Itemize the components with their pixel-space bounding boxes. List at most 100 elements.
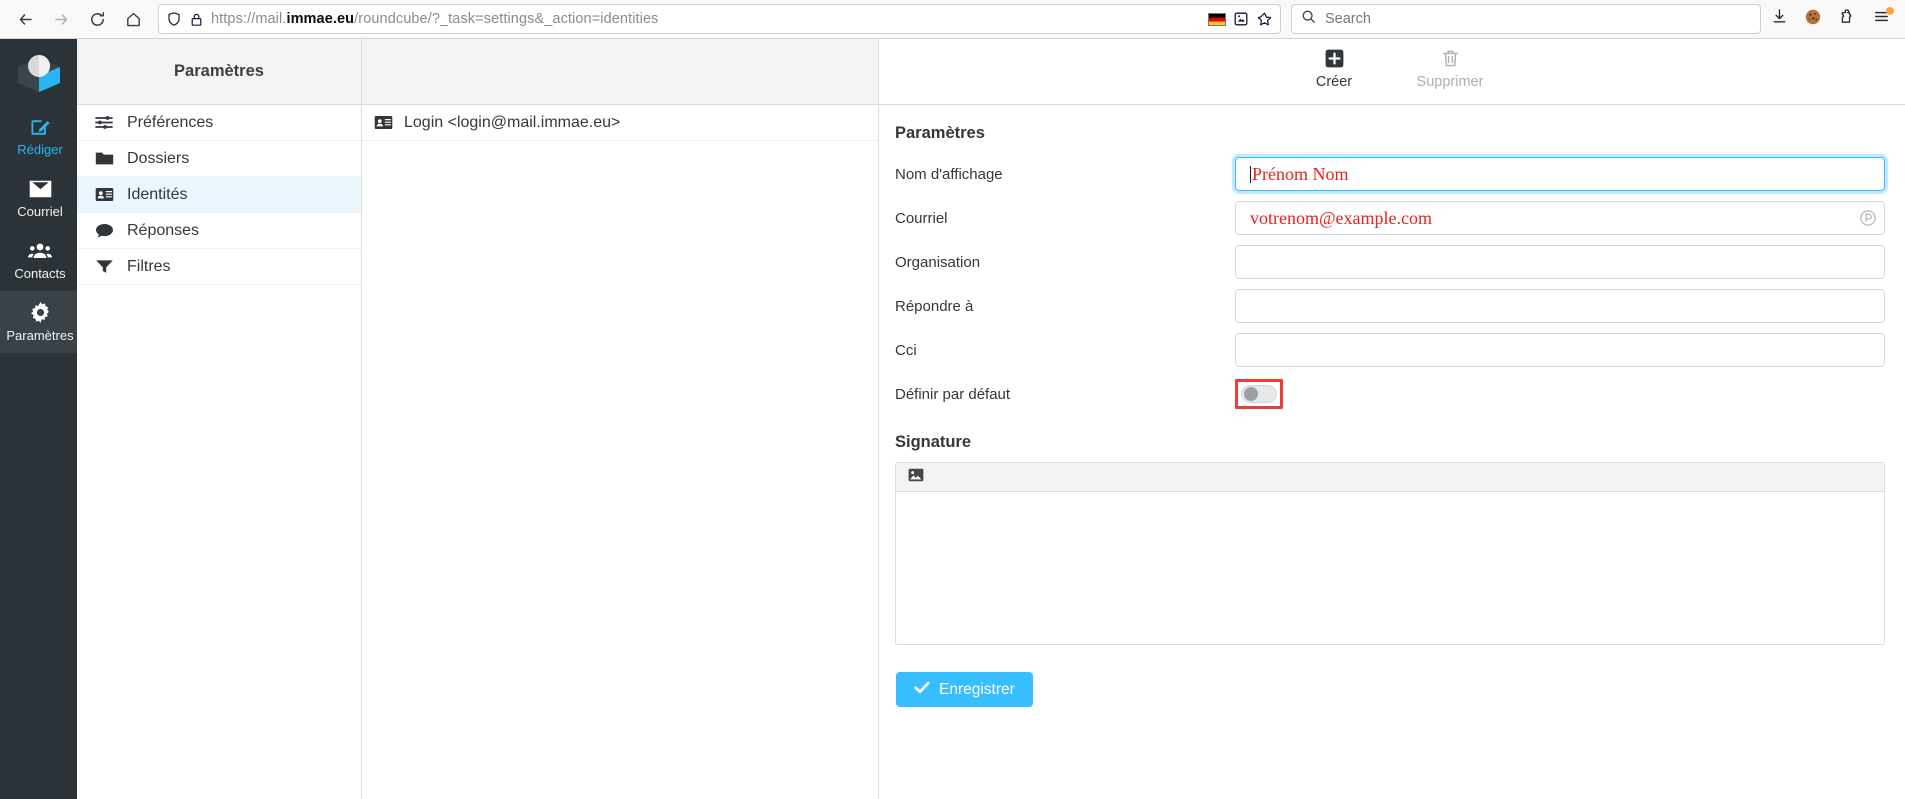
settings-item-identities[interactable]: Identités xyxy=(77,177,361,213)
field-row-organisation: Organisation xyxy=(895,245,1885,279)
update-available-badge xyxy=(1886,7,1894,15)
content-toolbar: Créer Supprimer xyxy=(879,39,1905,105)
email-value: votrenom@example.com xyxy=(1250,207,1433,228)
field-row-set-default: Définir par défaut xyxy=(895,377,1885,411)
signature-textarea[interactable] xyxy=(896,492,1884,644)
signature-editor xyxy=(895,462,1885,645)
forward-button[interactable] xyxy=(44,4,78,34)
cookie-icon xyxy=(1804,8,1822,31)
roundcube-cube-logo xyxy=(0,39,77,105)
text-caret xyxy=(1250,165,1251,183)
settings-list-header: Paramètres xyxy=(77,39,361,105)
german-flag-icon[interactable] xyxy=(1208,12,1226,26)
delete-button-label: Supprimer xyxy=(1416,74,1484,90)
set-default-toggle[interactable] xyxy=(1241,385,1277,403)
gear-icon xyxy=(30,302,51,324)
url-text: https://mail.immae.eu/roundcube/?_task=s… xyxy=(211,11,659,27)
insert-image-icon[interactable] xyxy=(908,468,924,487)
display-name-input[interactable]: Prénom Nom xyxy=(1235,157,1885,191)
save-button[interactable]: Enregistrer xyxy=(896,672,1033,707)
settings-item-preferences-label: Préférences xyxy=(127,113,214,131)
plus-square-icon xyxy=(1325,47,1344,69)
settings-item-responses[interactable]: Réponses xyxy=(77,213,361,249)
reader-view-icon[interactable] xyxy=(1233,11,1249,27)
field-row-email: Courriel votrenom@example.com xyxy=(895,201,1885,235)
back-button[interactable] xyxy=(8,4,42,34)
settings-item-filters[interactable]: Filtres xyxy=(77,249,361,285)
forward-arrow-icon xyxy=(53,11,70,28)
downloads-arrow-icon xyxy=(1771,8,1788,30)
padlock-icon[interactable] xyxy=(189,12,204,27)
signature-section-title: Signature xyxy=(895,433,972,451)
field-row-reply-to: Répondre à xyxy=(895,289,1885,323)
identity-card-icon xyxy=(94,185,114,205)
funnel-filter-icon xyxy=(94,257,114,277)
contacts-group-icon xyxy=(28,240,52,262)
back-arrow-icon xyxy=(17,11,34,28)
settings-item-filters-label: Filtres xyxy=(127,257,171,275)
compose-pencil-icon xyxy=(30,116,51,138)
organisation-input[interactable] xyxy=(1235,245,1885,279)
list-item[interactable]: Login <login@mail.immae.eu> xyxy=(362,105,878,141)
browser-search-box[interactable]: Search xyxy=(1291,4,1761,34)
address-bar[interactable]: https://mail.immae.eu/roundcube/?_task=s… xyxy=(158,4,1281,34)
save-row: Enregistrer xyxy=(895,645,1885,707)
sidebar-item-compose[interactable]: Rédiger xyxy=(0,105,77,167)
label-set-default: Définir par défaut xyxy=(895,385,1011,403)
sidebar-item-contacts[interactable]: Contacts xyxy=(0,229,77,291)
identities-list-header xyxy=(362,39,878,105)
bcc-input[interactable] xyxy=(1235,333,1885,367)
browser-toolbar: https://mail.immae.eu/roundcube/?_task=s… xyxy=(0,0,1905,39)
identity-item-label: Login <login@mail.immae.eu> xyxy=(404,113,621,131)
signature-editor-toolbar xyxy=(896,463,1884,492)
downloads-button[interactable] xyxy=(1763,4,1795,34)
app-menu-button[interactable] xyxy=(1865,4,1897,34)
tracking-protection-shield-icon[interactable] xyxy=(166,11,182,27)
search-icon xyxy=(1301,9,1316,29)
annotation-highlight-box xyxy=(1235,379,1283,409)
extensions-puzzle-icon xyxy=(1839,8,1856,30)
delete-button[interactable]: Supprimer xyxy=(1392,47,1508,90)
email-input[interactable]: votrenom@example.com xyxy=(1235,201,1885,235)
envelope-icon xyxy=(29,178,52,200)
extensions-button[interactable] xyxy=(1831,4,1863,34)
settings-list-panel: Paramètres Préférences Dossiers Identité… xyxy=(77,39,362,799)
label-email: Courriel xyxy=(895,209,948,227)
sidebar-item-compose-label: Rédiger xyxy=(17,141,63,157)
password-manager-icon[interactable] xyxy=(1860,210,1876,226)
field-row-bcc: Cci xyxy=(895,333,1885,367)
label-bcc: Cci xyxy=(895,341,917,359)
identity-form-panel: Créer Supprimer Paramètres Nom d'afficha… xyxy=(879,39,1905,799)
reply-to-input[interactable] xyxy=(1235,289,1885,323)
settings-item-identities-label: Identités xyxy=(127,185,188,203)
settings-list-title: Paramètres xyxy=(174,62,264,80)
identity-card-icon xyxy=(373,113,393,133)
trash-icon xyxy=(1441,47,1460,69)
field-row-display-name: Nom d'affichage Prénom Nom xyxy=(895,157,1885,191)
roundcube-app: Rédiger Courriel Contacts Paramètres Par… xyxy=(0,39,1905,799)
home-button[interactable] xyxy=(116,4,150,34)
search-input[interactable]: Search xyxy=(1325,11,1371,27)
star-bookmark-icon[interactable] xyxy=(1256,11,1273,28)
cookies-button[interactable] xyxy=(1797,4,1829,34)
reload-button[interactable] xyxy=(80,4,114,34)
settings-item-responses-label: Réponses xyxy=(127,221,200,239)
taskmenu: Rédiger Courriel Contacts Paramètres xyxy=(0,39,77,799)
save-button-label: Enregistrer xyxy=(939,680,1015,698)
create-button-label: Créer xyxy=(1315,74,1353,90)
settings-item-preferences[interactable]: Préférences xyxy=(77,105,361,141)
reload-icon xyxy=(89,11,106,28)
sidebar-item-settings[interactable]: Paramètres xyxy=(0,291,77,353)
settings-item-folders[interactable]: Dossiers xyxy=(77,141,361,177)
sidebar-item-mail[interactable]: Courriel xyxy=(0,167,77,229)
sidebar-item-contacts-label: Contacts xyxy=(14,265,66,281)
sliders-icon xyxy=(94,113,114,133)
display-name-value: Prénom Nom xyxy=(1252,163,1349,184)
create-button[interactable]: Créer xyxy=(1276,47,1392,90)
speech-bubble-icon xyxy=(94,221,114,241)
settings-section-title: Paramètres xyxy=(895,124,985,142)
sidebar-item-settings-label: Paramètres xyxy=(6,327,74,343)
toggle-knob xyxy=(1244,387,1258,401)
folder-icon xyxy=(94,149,114,169)
label-organisation: Organisation xyxy=(895,253,981,271)
